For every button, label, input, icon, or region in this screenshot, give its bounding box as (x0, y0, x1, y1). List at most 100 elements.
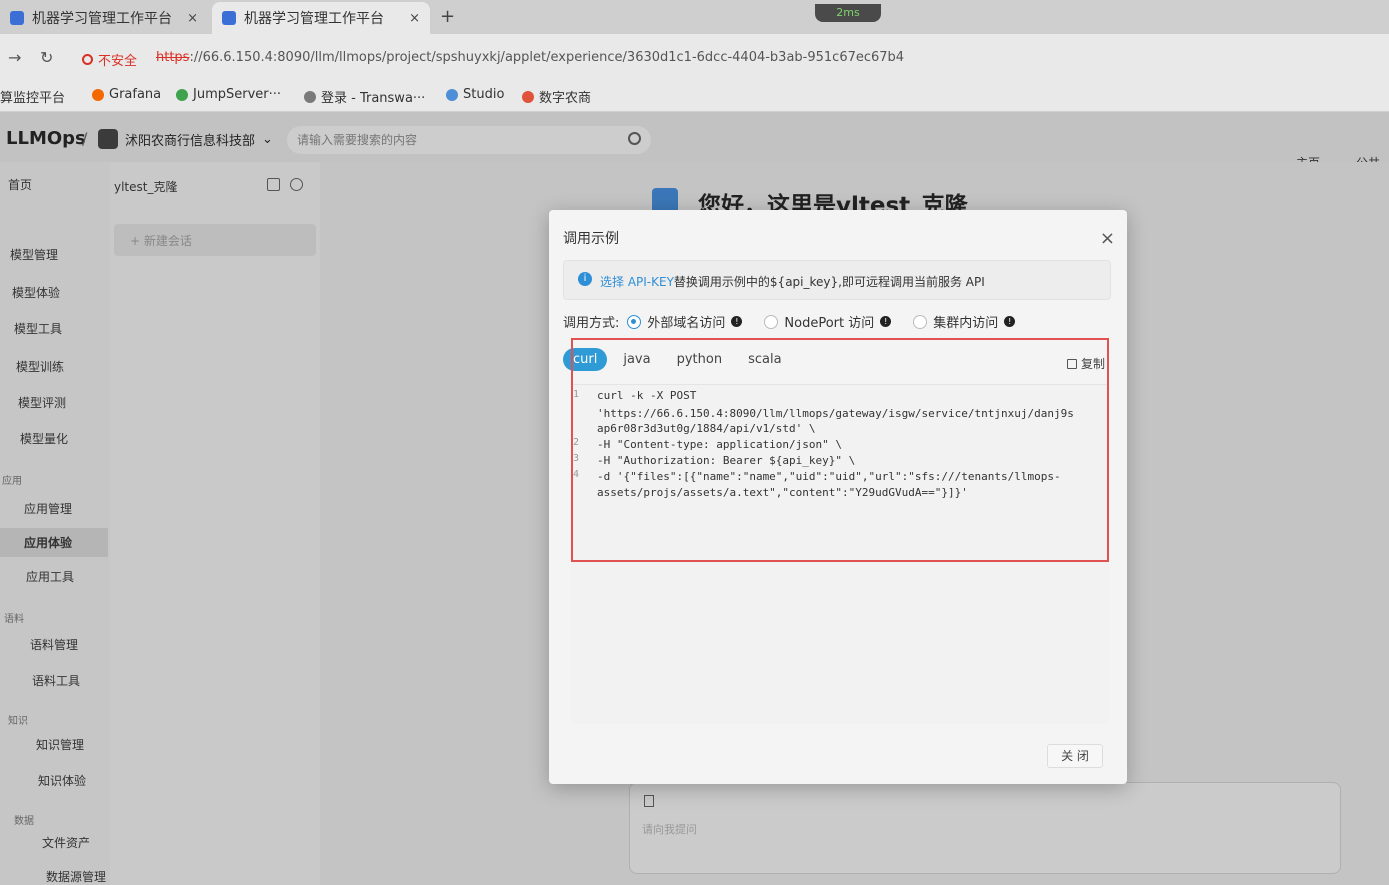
bookmark-label: Studio (463, 87, 505, 102)
browser-tab[interactable]: 机器学习管理工作平台 × (0, 2, 208, 34)
help-icon[interactable]: ! (731, 316, 743, 327)
sidebar-item-model-experience[interactable]: 模型体验 (12, 284, 60, 301)
info-icon: i (578, 272, 592, 286)
global-search (287, 126, 651, 154)
url-scheme: https (156, 50, 190, 65)
info-alert: i 选择 API-KEY替换调用示例中的${api_key},即可远程调用当前服… (563, 260, 1111, 300)
radio-nodeport[interactable]: NodePort 访问 ! (764, 312, 892, 331)
bank-icon (522, 90, 534, 103)
url-field[interactable]: https://66.6.150.4:8090/llm/llmops/proje… (156, 50, 904, 65)
chat-input-box[interactable]: 请向我提问 (629, 782, 1341, 874)
chat-input-placeholder: 请向我提问 (642, 823, 697, 836)
org-icon (98, 129, 118, 149)
info-text: 替换调用示例中的${api_key},即可远程调用当前服务 API (673, 275, 985, 289)
bookmark-item[interactable]: Grafana (92, 87, 161, 102)
org-name: 沭阳农商行信息科技部 (125, 133, 256, 149)
close-icon[interactable]: × (1100, 228, 1115, 249)
sidebar-item-datasource-management[interactable]: 数据源管理 (46, 868, 106, 885)
bookmark-label: 登录 - Transwa··· (321, 91, 426, 106)
bookmark-label: JumpServer··· (193, 87, 282, 102)
warning-icon (82, 54, 93, 65)
new-tab-button[interactable]: + (440, 6, 455, 27)
radio-label: 外部域名访问 (647, 316, 726, 331)
bookmark-label: Grafana (109, 87, 162, 102)
browser-tabbar: 机器学习管理工作平台 × 机器学习管理工作平台 × + 2ms (0, 0, 1389, 34)
bookmark-item[interactable]: JumpServer··· (176, 87, 281, 102)
bookmark-label: 数字农商 (539, 91, 592, 106)
attachment-icon[interactable] (644, 795, 654, 807)
chat-list-panel: yltest_克隆 + 新建会话 (110, 162, 320, 885)
access-method-label: 调用方式: (563, 316, 620, 331)
tab-title: 机器学习管理工作平台 (32, 11, 172, 27)
studio-icon (446, 88, 458, 101)
tab-favicon-icon (10, 11, 24, 25)
highlight-box (571, 338, 1109, 562)
sidebar-item-model-evaluation[interactable]: 模型评测 (18, 394, 66, 411)
url-path: ://66.6.150.4:8090/llm/llmops/project/sp… (189, 50, 905, 65)
radio-circle (913, 314, 928, 329)
radio-label: NodePort 访问 (784, 316, 875, 331)
close-button[interactable]: 关 闭 (1047, 744, 1103, 768)
new-chat-button[interactable]: + 新建会话 (114, 224, 316, 256)
edit-icon[interactable] (267, 178, 280, 191)
security-label: 不安全 (98, 54, 138, 69)
breadcrumb-separator: / (82, 129, 88, 148)
tab-close-icon[interactable]: × (187, 11, 198, 26)
bookmarks-bar: 算监控平台 Grafana JumpServer··· 登录 - Transwa… (0, 80, 1389, 112)
radio-external-domain[interactable]: 外部域名访问 ! (627, 312, 743, 331)
reload-icon[interactable]: ↻ (40, 48, 53, 67)
radio-label: 集群内访问 (933, 316, 999, 331)
sidebar-section-label: 语料 (4, 614, 24, 625)
forward-icon[interactable]: → (8, 48, 21, 67)
search-icon[interactable] (628, 132, 641, 145)
address-bar: → ↻ 不安全 https://66.6.150.4:8090/llm/llmo… (0, 34, 1389, 80)
select-api-key-link[interactable]: 选择 API-KEY (600, 275, 674, 289)
bookmark-label: 算监控平台 (0, 91, 66, 106)
app-logo[interactable]: LLMOps (6, 128, 86, 149)
sidebar-item-model-training[interactable]: 模型训练 (16, 358, 64, 375)
sidebar-item-app-experience[interactable]: 应用体验 (0, 528, 108, 557)
tab-title: 机器学习管理工作平台 (244, 11, 384, 27)
sidebar-item-app-tools[interactable]: 应用工具 (26, 568, 74, 585)
bookmark-item[interactable]: Studio (446, 87, 504, 102)
sidebar: 首页 模型管理 模型体验 模型工具 模型训练 模型评测 模型量化 应用 应用管理… (0, 162, 110, 885)
sidebar-section-label: 知识 (8, 716, 28, 727)
refresh-icon[interactable] (290, 178, 303, 191)
sidebar-item-corpus-management[interactable]: 语料管理 (30, 636, 78, 653)
sidebar-item-model-management[interactable]: 模型管理 (10, 246, 58, 263)
bookmark-item[interactable]: 算监控平台 (0, 87, 65, 106)
current-app-name: yltest_克隆 (114, 180, 178, 194)
browser-tab-active[interactable]: 机器学习管理工作平台 × (212, 2, 430, 34)
tab-favicon-icon (222, 11, 236, 25)
top-navigation: LLMOps / 沭阳农商行信息科技部 ⌄ 主页 公共 (0, 112, 1389, 170)
sidebar-item-knowledge-management[interactable]: 知识管理 (36, 736, 84, 753)
sidebar-section-label: 应用 (2, 476, 22, 487)
sidebar-item-model-quantization[interactable]: 模型量化 (20, 430, 68, 447)
sidebar-section-label: 数据 (14, 816, 34, 827)
jumpserver-icon (176, 88, 188, 101)
bookmark-item[interactable]: 登录 - Transwa··· (304, 87, 425, 106)
sidebar-item-app-management[interactable]: 应用管理 (24, 500, 72, 517)
invoke-example-modal: 调用示例 × i 选择 API-KEY替换调用示例中的${api_key},即可… (549, 210, 1127, 784)
org-selector[interactable]: 沭阳农商行信息科技部 ⌄ (98, 129, 273, 149)
sidebar-item-model-tools[interactable]: 模型工具 (14, 320, 62, 337)
sidebar-item-home[interactable]: 首页 (8, 176, 32, 193)
sidebar-item-corpus-tools[interactable]: 语料工具 (32, 672, 80, 689)
grafana-icon (92, 88, 104, 101)
sidebar-item-knowledge-experience[interactable]: 知识体验 (38, 772, 86, 789)
radio-circle (764, 314, 779, 329)
chevron-down-icon: ⌄ (262, 131, 273, 147)
access-method-row: 调用方式: 外部域名访问 ! NodePort 访问 ! 集群内访问 ! (563, 312, 1037, 331)
modal-title: 调用示例 (563, 231, 619, 247)
bookmark-item[interactable]: 数字农商 (522, 87, 591, 106)
radio-cluster-internal[interactable]: 集群内访问 ! (913, 312, 1016, 331)
help-icon[interactable]: ! (1004, 316, 1016, 327)
search-input[interactable] (287, 126, 607, 154)
help-icon[interactable]: ! (880, 316, 892, 327)
network-latency-badge: 2ms (815, 4, 881, 22)
sidebar-item-file-assets[interactable]: 文件资产 (42, 834, 90, 851)
tab-close-icon[interactable]: × (409, 11, 420, 26)
cloud-icon (304, 90, 316, 103)
security-indicator[interactable]: 不安全 (82, 50, 137, 69)
radio-circle (627, 314, 642, 329)
